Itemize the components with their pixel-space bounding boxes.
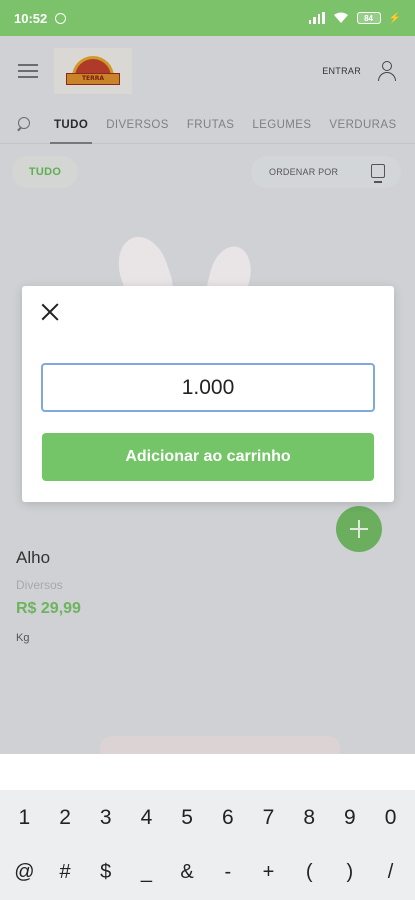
add-to-cart-button[interactable]: Adicionar ao carrinho: [42, 433, 374, 481]
key[interactable]: 6: [209, 806, 247, 830]
category-tabs: TUDO DIVERSOS FRUTAS LEGUMES VERDURAS: [0, 106, 415, 144]
status-time: 10:52: [14, 10, 48, 26]
key[interactable]: ): [331, 861, 369, 884]
login-link[interactable]: ENTRAR: [322, 66, 361, 76]
key[interactable]: 2: [46, 806, 84, 830]
numeric-keyboard: 1 2 3 4 5 6 7 8 9 0 @ # $ _ & - + ( ) /: [0, 790, 415, 900]
key[interactable]: 0: [372, 806, 410, 830]
tab-verduras[interactable]: VERDURAS: [329, 106, 396, 144]
key[interactable]: $: [87, 861, 125, 884]
key[interactable]: _: [127, 861, 165, 884]
view-toggle-icon[interactable]: [371, 164, 385, 183]
key[interactable]: 3: [87, 806, 125, 830]
next-product-image: [100, 736, 340, 754]
status-icons: 84 ⚡: [308, 12, 401, 24]
product-unit: Kg: [16, 632, 30, 644]
tab-diversos[interactable]: DIVERSOS: [106, 106, 169, 144]
charging-icon: ⚡: [388, 12, 401, 24]
key[interactable]: @: [5, 861, 43, 884]
plus-icon: [350, 520, 368, 538]
key[interactable]: &: [168, 861, 206, 884]
sort-label: ORDENAR POR: [269, 167, 339, 177]
product-price: R$ 29,99: [16, 600, 81, 617]
quantity-input[interactable]: [41, 363, 375, 412]
key[interactable]: 7: [249, 806, 287, 830]
menu-icon[interactable]: [18, 64, 38, 78]
search-icon[interactable]: [16, 116, 32, 133]
wifi-icon: [333, 12, 348, 23]
logo-text: TERRA: [66, 73, 120, 85]
key[interactable]: 8: [290, 806, 328, 830]
tab-legumes[interactable]: LEGUMES: [252, 106, 311, 144]
status-bar: 10:52 84 ⚡: [0, 0, 415, 36]
key[interactable]: +: [249, 861, 287, 884]
battery-level: 84: [364, 13, 373, 23]
close-icon[interactable]: [40, 302, 60, 322]
alarm-icon: [55, 12, 67, 24]
battery-icon: 84: [356, 12, 381, 24]
tab-frutas[interactable]: FRUTAS: [187, 106, 235, 144]
key[interactable]: 1: [5, 806, 43, 830]
product-name[interactable]: Alho: [16, 548, 50, 568]
product-category: Diversos: [16, 578, 63, 592]
keyboard-row-numbers: 1 2 3 4 5 6 7 8 9 0: [0, 790, 415, 845]
filter-row: TUDO ORDENAR POR: [0, 144, 415, 202]
user-icon[interactable]: [377, 61, 397, 81]
key[interactable]: 4: [127, 806, 165, 830]
store-logo[interactable]: TERRA: [54, 48, 132, 94]
filter-chip-tudo[interactable]: TUDO: [12, 156, 78, 188]
key[interactable]: -: [209, 861, 247, 884]
key[interactable]: 9: [331, 806, 369, 830]
signal-icon: [308, 12, 325, 24]
keyboard-suggestion-bar: [0, 754, 415, 790]
quantity-dialog: Adicionar ao carrinho: [22, 286, 394, 502]
key[interactable]: /: [372, 861, 410, 884]
sort-button[interactable]: ORDENAR POR: [251, 156, 401, 188]
key[interactable]: #: [46, 861, 84, 884]
key[interactable]: (: [290, 861, 328, 884]
app-header: TERRA ENTRAR: [0, 36, 415, 106]
key[interactable]: 5: [168, 806, 206, 830]
add-to-cart-fab[interactable]: [336, 506, 382, 552]
tab-tudo[interactable]: TUDO: [49, 106, 93, 144]
keyboard-row-symbols: @ # $ _ & - + ( ) /: [0, 845, 415, 900]
